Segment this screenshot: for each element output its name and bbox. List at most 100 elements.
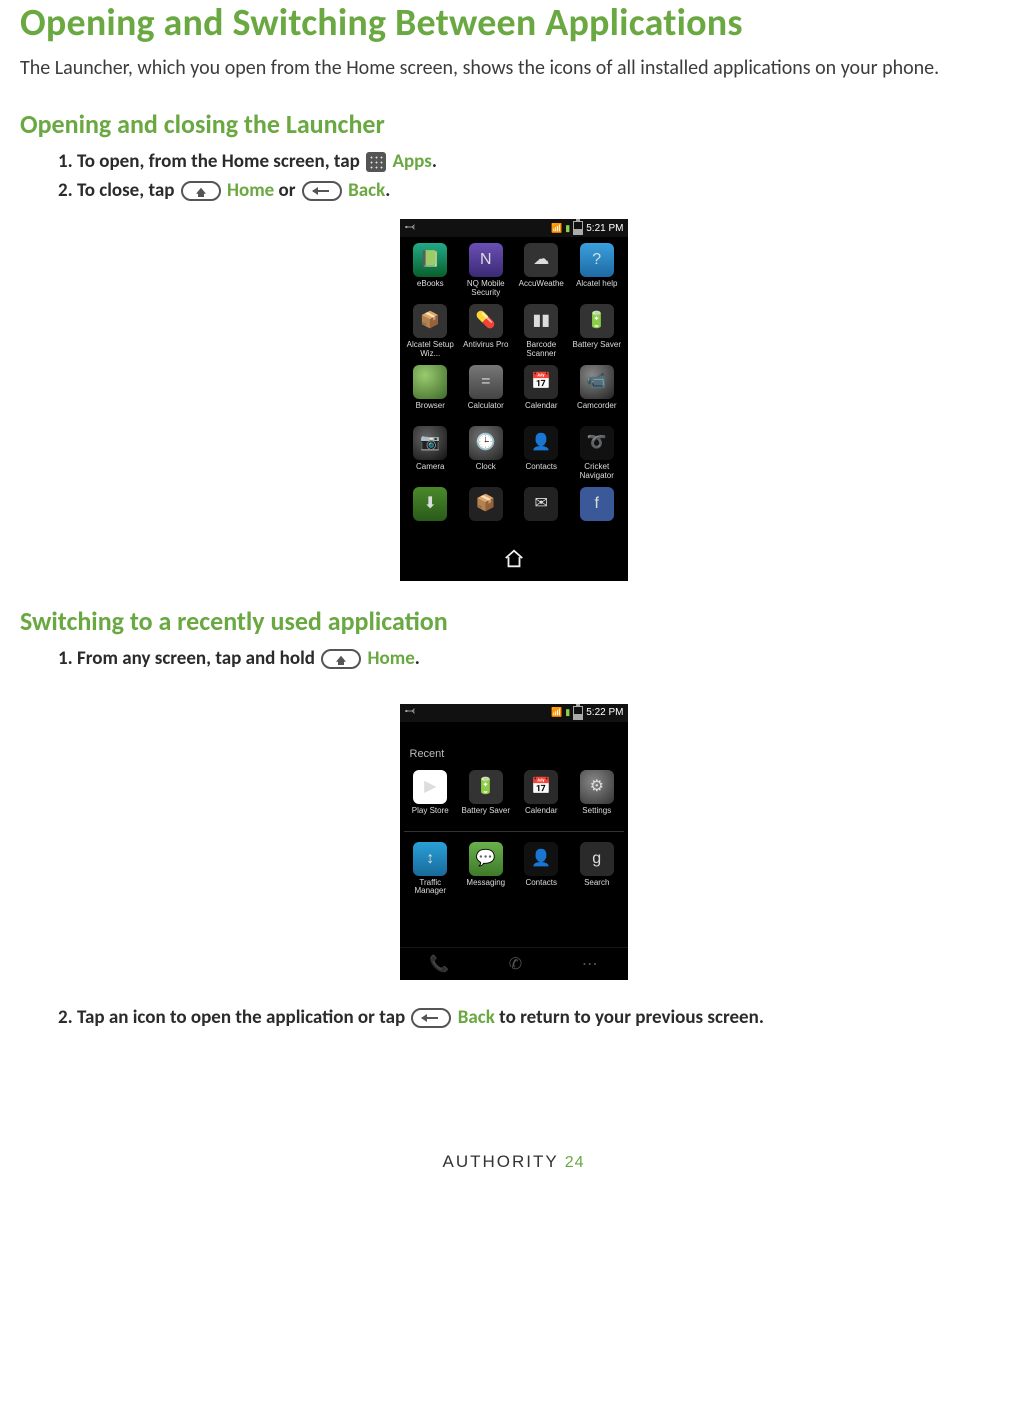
home-key-icon — [321, 649, 361, 669]
status-right: 📶 ▮ 5:22 PM — [551, 706, 623, 720]
app-label: Traffic Manager — [404, 879, 458, 897]
battery-icon — [573, 706, 583, 720]
app-calendar[interactable]: 📅 Calendar — [515, 365, 569, 420]
app-antivirus-pro[interactable]: 💊Antivirus Pro — [459, 304, 513, 359]
section1-step2: 2. To close, tap Home or Back. — [58, 177, 1007, 206]
home-icon — [503, 548, 525, 570]
app-accuweathe[interactable]: ☁ AccuWeathe — [515, 243, 569, 298]
apps-grid-icon — [366, 152, 386, 172]
app-messaging[interactable]: 💬Messaging — [459, 842, 513, 897]
back-key-icon — [302, 181, 342, 201]
section2-steps-bottom: 2. Tap an icon to open the application o… — [58, 1004, 1007, 1033]
app-item[interactable]: f — [570, 487, 624, 542]
app-label: Calendar — [515, 402, 569, 420]
launcher-screenshot: 📶 ▮ 5:21 PM 📗eBooks N NQ Mobile Security ☁ A… — [400, 219, 628, 581]
app-icon: ⬇ — [413, 487, 447, 521]
app-icon: 🕒 — [469, 426, 503, 460]
app-calculator[interactable]: =Calculator — [459, 365, 513, 420]
app-play-store[interactable]: ▶Play Store — [404, 770, 458, 825]
app-label: AccuWeathe — [515, 280, 569, 298]
app-battery-saver[interactable]: 🔋Battery Saver — [570, 304, 624, 359]
status-bar: 📶 ▮ 5:21 PM — [400, 219, 628, 237]
usb-icon — [404, 222, 418, 232]
usb-icon — [404, 706, 418, 716]
app-camera[interactable]: 📷Camera — [404, 426, 458, 481]
app-settings[interactable]: ⚙Settings — [570, 770, 624, 825]
status-time: 5:22 PM — [586, 707, 623, 718]
app-icon: ➰ — [580, 426, 614, 460]
app-cricket-navigator[interactable]: ➰Cricket Navigator — [570, 426, 624, 481]
app-icon: g — [580, 842, 614, 876]
recent-apps-screenshot: 📶 ▮ 5:22 PM Recent ▶Play Store 🔋 Battery S… — [400, 704, 628, 980]
empty-space — [404, 897, 624, 945]
dock-more-icon: ⋯ — [582, 954, 598, 974]
status-bar: 📶 ▮ 5:22 PM — [400, 704, 628, 722]
text: . — [385, 179, 390, 202]
app-icon: 💊 — [469, 304, 503, 338]
section-switching-heading: Switching to a recently used application — [20, 605, 1007, 637]
app-icon: 💬 — [469, 842, 503, 876]
app-label: Play Store — [404, 807, 458, 825]
app-label — [570, 524, 624, 542]
app-item[interactable]: 📦 — [459, 487, 513, 542]
app-alcatel-help[interactable]: ? Alcatel help — [570, 243, 624, 298]
section1-step1: 1. To open, from the Home screen, tap Ap… — [58, 148, 1007, 177]
app-icon: f — [580, 487, 614, 521]
app-traffic-manager[interactable]: ↕ Traffic Manager — [404, 842, 458, 897]
app-icon: 🔋 — [580, 304, 614, 338]
back-key-icon — [411, 1008, 451, 1028]
recent-header: Recent — [400, 722, 628, 770]
app-clock[interactable]: 🕒Clock — [459, 426, 513, 481]
app-barcode-scanner[interactable]: ▮▮Barcode Scanner — [515, 304, 569, 359]
app-nq-mobile-security[interactable]: N NQ Mobile Security — [459, 243, 513, 298]
app-icon — [413, 365, 447, 399]
app-icon: N — [469, 243, 503, 277]
home-keyword: Home — [368, 647, 415, 670]
app-icon: = — [469, 365, 503, 399]
app-item[interactable]: ⬇ — [404, 487, 458, 542]
status-left — [404, 222, 418, 235]
app-label: Alcatel help — [570, 280, 624, 298]
recent-row-2: ↕ Traffic Manager💬Messaging👤ContactsgSear… — [404, 842, 624, 897]
wifi-icon: 📶 — [551, 707, 562, 718]
text: 1. To open, from the Home screen, tap — [58, 150, 364, 173]
app-item[interactable]: ✉ — [515, 487, 569, 542]
app-camcorder[interactable]: 📹Camcorder — [570, 365, 624, 420]
section2-step2: 2. Tap an icon to open the application o… — [58, 1004, 1007, 1033]
app-calendar[interactable]: 📅Calendar — [515, 770, 569, 825]
app-label: Battery Saver — [459, 807, 513, 825]
app-label — [459, 524, 513, 542]
text: . — [415, 647, 420, 670]
app-label: Barcode Scanner — [515, 341, 569, 359]
signal-icon: ▮ — [565, 707, 570, 718]
app-label — [515, 524, 569, 542]
app-icon: ? — [580, 243, 614, 277]
app-icon: 📦 — [469, 487, 503, 521]
app-contacts[interactable]: 👤Contacts — [515, 426, 569, 481]
app-icon: ↕ — [413, 842, 447, 876]
app-icon: ⚙ — [580, 770, 614, 804]
app-search[interactable]: gSearch — [570, 842, 624, 897]
app-alcatel-setup-wiz-[interactable]: 📦Alcatel Setup Wiz... — [404, 304, 458, 359]
intro-paragraph: The Launcher, which you open from the Ho… — [20, 56, 1007, 80]
dock-phone-icon: 📞 — [429, 954, 449, 974]
app-icon: 📷 — [413, 426, 447, 460]
app-icon: 📅 — [524, 365, 558, 399]
app-contacts[interactable]: 👤Contacts — [515, 842, 569, 897]
recent-row-1: ▶Play Store 🔋 Battery Saver📅Calendar⚙Setti… — [404, 770, 624, 825]
app-icon: ☁ — [524, 243, 558, 277]
app-icon: 🔋 — [469, 770, 503, 804]
app-label — [404, 524, 458, 542]
app-icon: 👤 — [524, 426, 558, 460]
app-label: NQ Mobile Security — [459, 280, 513, 298]
footer-brand: AUTHORITY — [442, 1152, 558, 1171]
dock-dial-icon: ✆ — [509, 954, 522, 974]
dock-bar: 📞 ✆ ⋯ — [400, 947, 628, 980]
app-browser[interactable]: Browser — [404, 365, 458, 420]
app-battery-saver[interactable]: 🔋 Battery Saver — [459, 770, 513, 825]
page-title: Opening and Switching Between Applicatio… — [20, 0, 1007, 46]
app-ebooks[interactable]: 📗eBooks — [404, 243, 458, 298]
app-label: Contacts — [515, 879, 569, 897]
status-time: 5:21 PM — [586, 223, 623, 234]
app-label: Calendar — [515, 807, 569, 825]
